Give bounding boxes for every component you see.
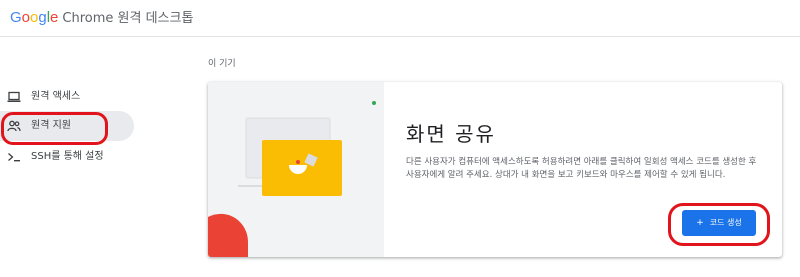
plus-icon: +	[696, 218, 704, 228]
sidebar-item-ssh-setup[interactable]: SSH를 통해 설정	[0, 142, 134, 172]
sidebar-item-label: SSH를 통해 설정	[31, 151, 104, 162]
logo-letter: o	[21, 9, 31, 26]
app-title: Google Chrome 원격 데스크톱	[10, 9, 193, 28]
generate-code-label: 코드 생성	[709, 218, 742, 227]
card-description: 다른 사용자가 컴퓨터에 액세스하도록 허용하려면 아래를 클릭하여 일회성 액…	[406, 157, 757, 180]
screen-share-card: 화면 공유 다른 사용자가 컴퓨터에 액세스하도록 허용하려면 아래를 클릭하여…	[208, 82, 782, 257]
sidebar-item-remote-support[interactable]: 원격 지원	[0, 111, 134, 141]
people-icon	[7, 119, 21, 133]
laptop-icon	[7, 90, 21, 104]
logo-letter: G	[10, 9, 22, 26]
sidebar-item-label: 원격 지원	[31, 120, 71, 131]
sidebar-item-label: 원격 액세스	[31, 91, 81, 102]
illustration-graphic	[208, 117, 342, 257]
google-logo: Google	[10, 9, 58, 26]
product-name: Chrome 원격 데스크톱	[62, 11, 194, 26]
terminal-icon	[7, 150, 21, 164]
status-dot	[372, 101, 376, 105]
logo-letter: e	[50, 9, 59, 26]
sidebar-item-remote-access[interactable]: 원격 액세스	[0, 82, 134, 112]
generate-code-button[interactable]: + 코드 생성	[682, 210, 756, 236]
screen-share-illustration	[208, 82, 384, 257]
section-label: 이 기기	[208, 59, 236, 69]
app-header: Google Chrome 원격 데스크톱	[0, 0, 800, 37]
logo-letter: g	[38, 9, 47, 26]
card-title: 화면 공유	[406, 122, 496, 146]
